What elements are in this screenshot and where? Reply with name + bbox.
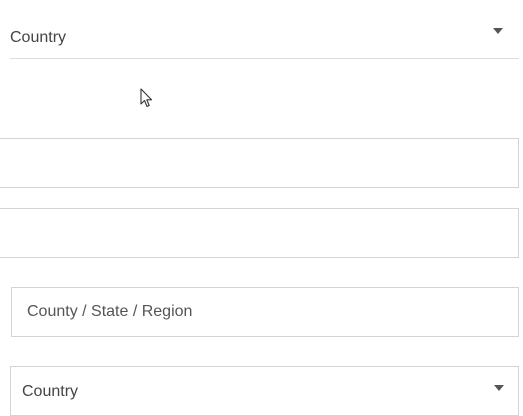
mouse-pointer-icon (140, 88, 153, 108)
region-input[interactable]: County / State / Region (11, 287, 519, 337)
country-select-label: Country (10, 29, 67, 46)
country-select[interactable]: Country (10, 366, 519, 416)
chevron-down-icon (494, 385, 504, 391)
chevron-down-icon (493, 28, 503, 34)
country-select-label: Country (22, 383, 79, 400)
country-select-top[interactable]: Country (10, 18, 519, 59)
address-input-2[interactable] (0, 208, 519, 258)
region-input-placeholder: County / State / Region (27, 303, 193, 320)
address-input-1[interactable] (0, 138, 519, 188)
